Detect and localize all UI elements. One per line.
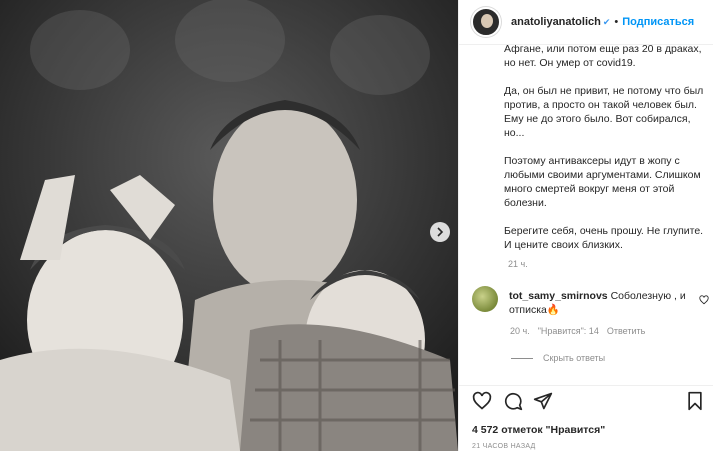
- replies-divider-line: [511, 357, 533, 359]
- commenter-avatar[interactable]: [472, 286, 498, 312]
- post-caption: Афгане, или потом еще раз 20 в драках, н…: [504, 45, 704, 251]
- post-side-panel: anatoliyanatolich ✔ • Подписаться Афгане…: [458, 0, 713, 451]
- author-username[interactable]: anatoliyanatolich: [511, 16, 601, 28]
- chevron-right-icon: [437, 227, 444, 237]
- comment-bubble-icon[interactable]: [503, 391, 523, 411]
- comment-timestamp: 20 ч.: [510, 326, 530, 336]
- post-actions: 4 572 отметок "Нравится" 21 ЧАСОВ НАЗАД: [459, 385, 713, 451]
- carousel-next-button[interactable]: [430, 222, 450, 242]
- caption-timestamp: 21 ч.: [508, 259, 528, 269]
- save-bookmark-icon[interactable]: [685, 391, 705, 411]
- hide-replies-label: Скрыть ответы: [543, 353, 606, 363]
- post-photo[interactable]: [0, 0, 458, 451]
- verified-badge-icon: ✔: [602, 16, 611, 27]
- comment-reply-button[interactable]: Ответить: [607, 326, 645, 336]
- like-heart-icon[interactable]: [472, 391, 492, 411]
- comment-likes-count[interactable]: "Нравится": 14: [538, 326, 599, 336]
- comment-like-heart-icon[interactable]: [699, 295, 709, 305]
- commenter-username[interactable]: tot_samy_smirnovs: [509, 290, 608, 302]
- follow-button[interactable]: Подписаться: [622, 16, 694, 28]
- header-separator: •: [614, 16, 619, 28]
- share-paper-plane-icon[interactable]: [533, 391, 553, 411]
- post-header: anatoliyanatolich ✔ • Подписаться: [459, 0, 713, 45]
- author-avatar[interactable]: [471, 7, 501, 37]
- likes-count[interactable]: 4 572 отметок "Нравится": [472, 424, 605, 436]
- comments-scroll-area[interactable]: Афгане, или потом еще раз 20 в драках, н…: [459, 45, 713, 385]
- post-timestamp[interactable]: 21 ЧАСОВ НАЗАД: [472, 443, 536, 450]
- hide-replies-button[interactable]: Скрыть ответы: [511, 353, 605, 363]
- photo-image: [0, 0, 458, 451]
- comment-meta: 20 ч. "Нравится": 14 Ответить: [510, 326, 645, 336]
- comment-body: tot_samy_smirnovs Соболезную , и отписка…: [509, 289, 689, 317]
